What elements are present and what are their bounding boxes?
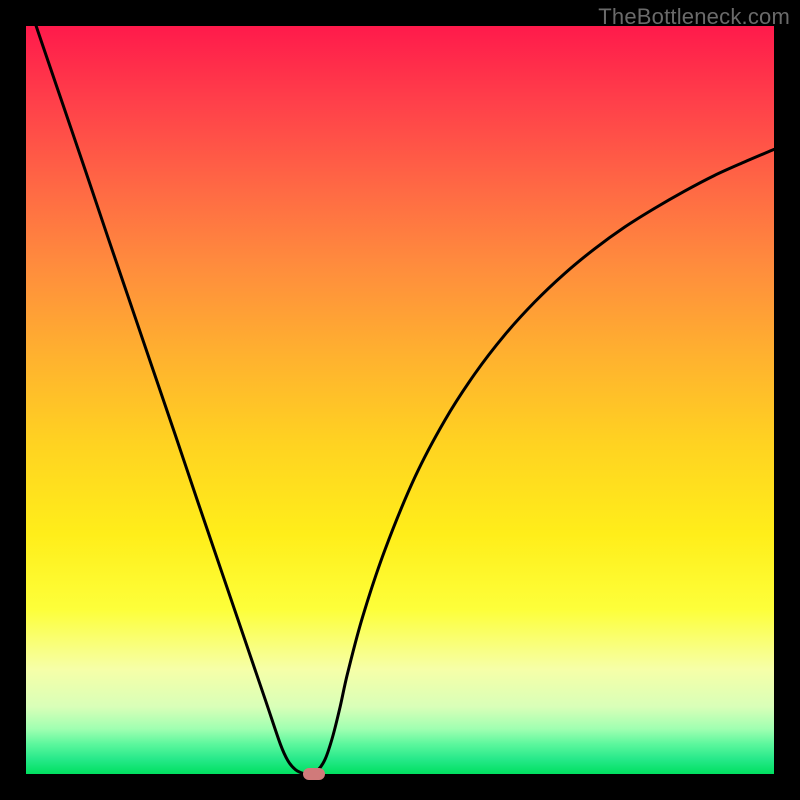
optimal-point-marker bbox=[303, 768, 325, 780]
chart-frame: TheBottleneck.com bbox=[0, 0, 800, 800]
plot-area bbox=[26, 26, 774, 774]
watermark-label: TheBottleneck.com bbox=[598, 4, 790, 30]
bottleneck-curve bbox=[26, 26, 774, 774]
